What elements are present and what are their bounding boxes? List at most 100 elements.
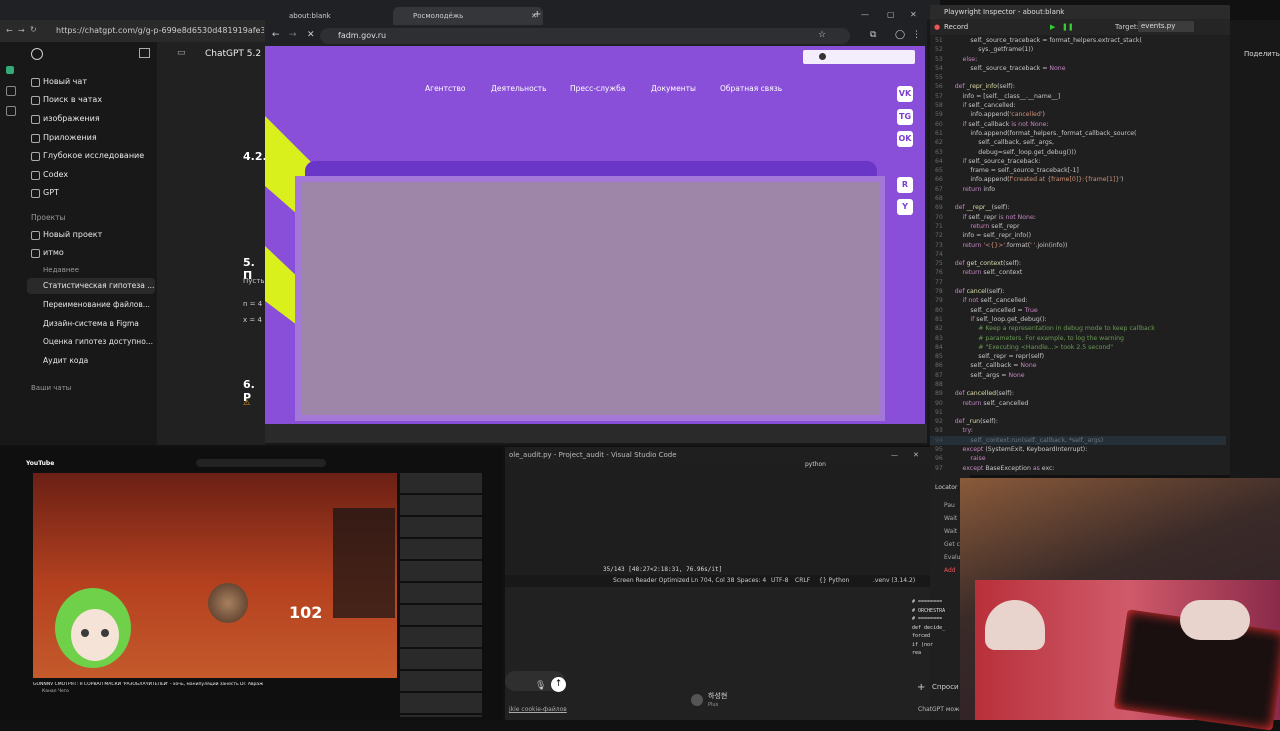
tab-label: Росмолодёжь xyxy=(413,12,464,20)
share-button[interactable]: Поделить xyxy=(1244,50,1280,58)
target-select[interactable]: events.py xyxy=(1138,21,1194,32)
video-hud-number: 102 xyxy=(289,603,323,622)
recent-chat-item[interactable]: Дизайн-система в Figma xyxy=(43,316,139,332)
record-icon[interactable]: ● xyxy=(934,19,940,35)
sidebar-item-project-itmo[interactable]: итмо xyxy=(31,245,64,261)
edit-icon xyxy=(31,78,40,87)
sidebar-item-apps[interactable]: Приложения xyxy=(31,130,97,146)
minimize-icon[interactable]: — xyxy=(861,10,869,19)
profile-icon[interactable]: ◯ xyxy=(895,30,905,40)
tab-rosmolodezh[interactable]: Росмолодёжь ✕ xyxy=(393,7,543,25)
action-item[interactable]: Pau xyxy=(944,502,955,509)
resume-icon[interactable]: ▶ xyxy=(1050,19,1055,35)
app-rail-icon[interactable] xyxy=(6,106,16,116)
bookmark-star-icon[interactable]: ☆ xyxy=(818,30,826,40)
add-icon[interactable]: + xyxy=(917,682,925,693)
status-item[interactable]: {} Python xyxy=(819,575,849,587)
sidebar-item-codex[interactable]: Codex xyxy=(31,167,68,183)
maximize-icon[interactable]: ▢ xyxy=(887,10,895,19)
status-item[interactable]: Spaces: 4 xyxy=(737,575,766,587)
extensions-icon[interactable]: ⧉ xyxy=(870,30,876,40)
pause-icon[interactable]: ❚❚ xyxy=(1062,19,1074,35)
vk-icon[interactable]: VK xyxy=(897,86,913,102)
model-selector[interactable]: ChatGPT 5.2 xyxy=(205,49,261,59)
nav-activity[interactable]: Деятельность xyxy=(491,84,547,93)
reload-icon[interactable]: ↻ xyxy=(30,25,37,34)
status-item[interactable]: Ln 704, Col 38 xyxy=(691,575,734,587)
tab-about-blank[interactable]: about:blank xyxy=(269,7,407,25)
action-item[interactable]: Get c xyxy=(944,541,960,548)
record-button[interactable]: Record xyxy=(944,19,968,35)
sidebar-item-label: Новый чат xyxy=(43,77,87,86)
avatar[interactable] xyxy=(691,694,703,706)
research-icon xyxy=(31,152,40,161)
openai-logo-icon xyxy=(31,48,43,60)
channel-name[interactable]: Канал Чего xyxy=(42,689,69,694)
app-rail-icon[interactable] xyxy=(6,86,16,96)
back-icon[interactable]: ← xyxy=(272,30,280,40)
recent-chat-item[interactable]: Аудит кода xyxy=(43,353,88,369)
nav-feedback[interactable]: Обратная связь xyxy=(720,84,782,93)
sidebar-item-label: итмо xyxy=(43,248,64,257)
mic-icon[interactable]: 🎙 xyxy=(535,681,546,691)
sidebar-item-new-chat[interactable]: Новый чат xyxy=(31,74,87,90)
video-object xyxy=(208,583,248,623)
nav-agency[interactable]: Агентство xyxy=(425,84,465,93)
sidebar-item-label: изображения xyxy=(43,114,100,123)
tab-label: about:blank xyxy=(289,12,331,20)
chat-input-placeholder[interactable]: Спроси xyxy=(932,683,959,691)
sidebar-item-label: GPT xyxy=(43,188,59,197)
app-rail-icon[interactable] xyxy=(6,66,14,74)
sidebar-item-search[interactable]: Поиск в чатах xyxy=(31,92,102,108)
close-window-icon[interactable]: ✕ xyxy=(910,10,917,19)
sidebar-toggle-icon[interactable] xyxy=(139,48,150,58)
nav-press[interactable]: Пресс-служба xyxy=(570,84,625,93)
code-line: # ORCHESTRA xyxy=(912,607,946,614)
telegram-icon[interactable]: TG xyxy=(897,109,913,125)
recent-chat-item[interactable]: Статистическая гипотеза ... xyxy=(27,278,155,294)
status-item[interactable]: CRLF xyxy=(795,575,810,587)
yandex-icon[interactable]: Y xyxy=(897,199,913,215)
sidebar-item-gpt[interactable]: GPT xyxy=(31,185,59,201)
menu-icon[interactable]: ⋮ xyxy=(912,30,921,40)
video-player[interactable]: 102 xyxy=(33,473,397,678)
recent-chat-item[interactable]: Оценка гипотез доступно... xyxy=(43,334,153,350)
chatgpt-second-window: 🎙 ↑ jkie cookie-файлов 하성현 Plus + ChatGP… xyxy=(505,587,963,720)
record-dot-icon[interactable] xyxy=(819,53,826,60)
stop-loading-icon[interactable]: ✕ xyxy=(307,30,315,40)
modal-overlay xyxy=(295,176,885,421)
back-icon[interactable]: ← xyxy=(6,26,13,35)
your-chats-heading[interactable]: Ваши чаты xyxy=(31,384,71,392)
status-item[interactable]: .venv (3.14.2) xyxy=(873,575,915,587)
cookie-link[interactable]: jkie cookie-файлов xyxy=(509,706,567,713)
forward-icon[interactable]: → xyxy=(289,30,297,40)
sidebar-item-deep-research[interactable]: Глубокое исследование xyxy=(31,148,144,164)
rutube-icon[interactable]: R xyxy=(897,177,913,193)
send-button[interactable]: ↑ xyxy=(551,677,566,692)
new-tab-icon[interactable]: + xyxy=(533,9,541,20)
page-toolbar[interactable] xyxy=(803,50,915,64)
sidebar-item-images[interactable]: изображения xyxy=(31,111,100,127)
terminal-python[interactable]: python xyxy=(805,457,826,473)
status-item[interactable]: Screen Reader Optimized xyxy=(613,575,689,587)
search-input[interactable] xyxy=(196,459,326,467)
sidebar-item-label: Новый проект xyxy=(43,230,103,239)
chatgpt-address-bar[interactable]: ← → ↻ https://chatgpt.com/g/g-p-699e8d65… xyxy=(0,20,265,42)
forward-icon[interactable]: → xyxy=(18,26,25,35)
locator-tab[interactable]: Locator xyxy=(935,484,957,491)
nav-documents[interactable]: Документы xyxy=(651,84,696,93)
recommendations-list[interactable] xyxy=(400,473,482,717)
action-item[interactable]: Wait xyxy=(944,515,957,522)
action-item[interactable]: Evalu xyxy=(944,554,961,561)
youtube-logo[interactable]: YouTube xyxy=(26,460,54,467)
address-bar[interactable]: fadm.gov.ru xyxy=(320,28,850,44)
sidebar-item-new-project[interactable]: Новый проект xyxy=(31,227,103,243)
folder-icon[interactable]: ▭ xyxy=(177,48,186,58)
status-item[interactable]: UTF-8 xyxy=(771,575,789,587)
ok-icon[interactable]: OK xyxy=(897,131,913,147)
action-item[interactable]: Wait xyxy=(944,528,957,535)
action-item[interactable]: Add xyxy=(944,567,956,574)
recent-chat-item[interactable]: Переименование файлов... xyxy=(43,297,150,313)
close-window-icon[interactable]: ✕ xyxy=(913,447,919,463)
minimize-icon[interactable]: — xyxy=(891,447,898,463)
